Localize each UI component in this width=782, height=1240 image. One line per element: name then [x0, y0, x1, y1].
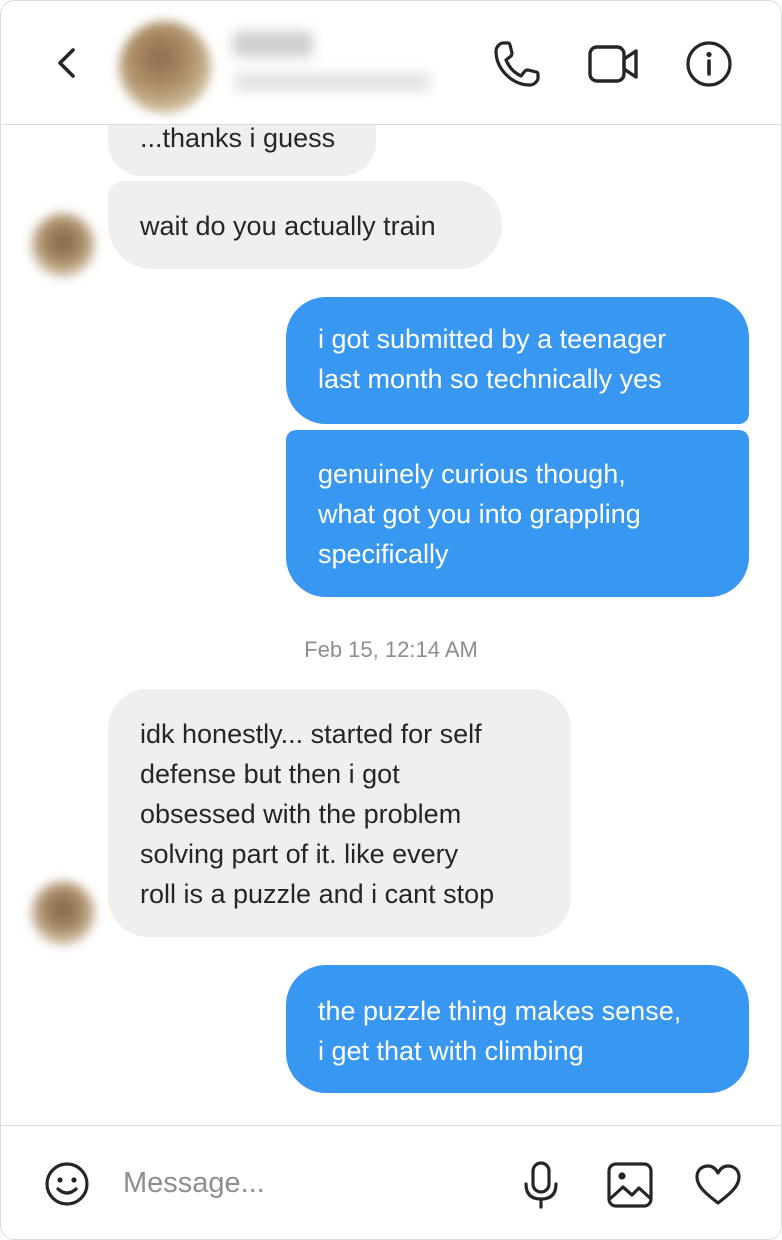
- chevron-left-icon: [58, 48, 75, 78]
- info-icon: [686, 41, 732, 87]
- audio-call-button[interactable]: [491, 39, 543, 89]
- dm-window: ...thanks i guess wait do you actually t…: [0, 0, 782, 1240]
- contact-status: [233, 73, 431, 91]
- conversation-info-button[interactable]: [684, 39, 734, 89]
- image-icon: [607, 1162, 653, 1208]
- heart-icon: [695, 1164, 741, 1205]
- contact-avatar[interactable]: [119, 21, 211, 113]
- voice-message-button[interactable]: [519, 1160, 563, 1210]
- message-bubble-incoming[interactable]: wait do you actually train: [108, 181, 502, 269]
- phone-icon: [494, 41, 540, 87]
- chat-header: [1, 1, 781, 125]
- message-bubble-outgoing[interactable]: the puzzle thing makes sense, i get that…: [286, 965, 749, 1093]
- video-call-button[interactable]: [586, 39, 642, 89]
- message-timestamp: Feb 15, 12:14 AM: [304, 637, 478, 662]
- send-image-button[interactable]: [605, 1160, 655, 1210]
- contact-name[interactable]: [233, 31, 313, 57]
- emoji-button[interactable]: [43, 1160, 91, 1208]
- message-bubble-incoming[interactable]: idk honestly... started for self defense…: [108, 689, 571, 937]
- video-camera-icon: [588, 45, 638, 83]
- contact-avatar[interactable]: [31, 881, 95, 945]
- message-composer: [1, 1125, 781, 1239]
- contact-avatar[interactable]: [31, 213, 95, 277]
- message-bubble-outgoing[interactable]: genuinely curious though, what got you i…: [286, 430, 749, 597]
- message-input[interactable]: [123, 1156, 483, 1210]
- like-button[interactable]: [693, 1162, 743, 1208]
- message-bubble-outgoing[interactable]: i got submitted by a teenager last month…: [286, 297, 749, 424]
- smiley-icon: [45, 1162, 89, 1206]
- microphone-icon: [524, 1161, 558, 1209]
- message-thread[interactable]: ...thanks i guess wait do you actually t…: [1, 1, 781, 1125]
- back-button[interactable]: [47, 39, 87, 87]
